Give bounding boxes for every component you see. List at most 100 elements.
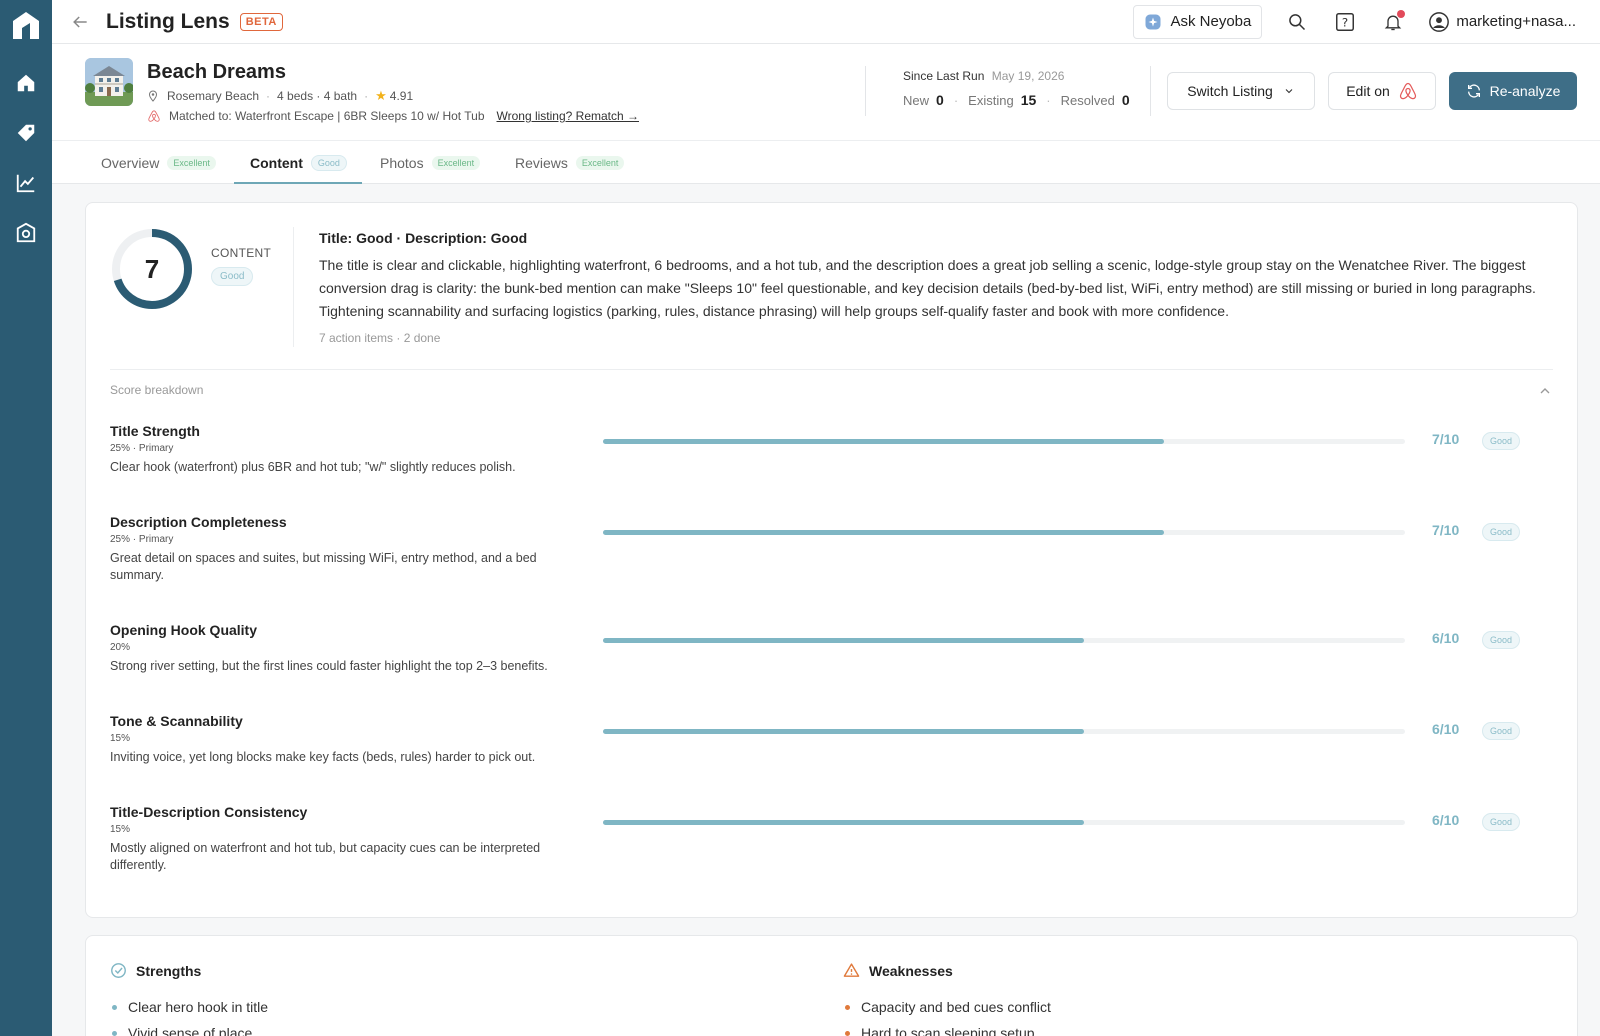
criterion-weight: 25% · Primary [110,443,174,454]
help-icon[interactable]: ? [1332,9,1358,35]
star-icon: ★ [375,88,387,103]
criterion-weight: 20% [110,642,131,653]
header-divider [865,66,866,116]
tab-badge: Excellent [167,156,216,170]
criterion-name: Tone & Scannability [110,713,243,729]
tab-content[interactable]: Content Good [250,141,347,185]
criterion-name: Description Completeness [110,514,287,530]
criterion-bar-fill [603,638,1085,643]
sparkle-icon [1145,14,1161,29]
criterion-name: Title Strength [110,423,200,439]
switch-listing-button[interactable]: Switch Listing [1167,72,1315,110]
page-title: Listing Lens [106,9,230,33]
criterion-description: Inviting voice, yet long blocks make key… [110,750,536,764]
ask-neyoba-label: Ask Neyoba [1170,13,1252,30]
account-menu[interactable]: marketing+nasa... [1428,11,1576,33]
bell-icon[interactable] [1380,9,1406,35]
tab-badge: Good [310,155,347,171]
weakness-text: Hard to scan sleeping setup [861,1025,1035,1036]
strength-item: Vivid sense of place [112,1025,252,1036]
user-icon [1429,11,1450,32]
weakness-text: Capacity and bed cues conflict [861,999,1051,1015]
tag-icon[interactable] [11,118,41,148]
tab-overview[interactable]: Overview Excellent [101,141,216,185]
content-badge: Good [211,267,254,286]
listing-lens-icon[interactable] [11,218,41,248]
tab-photos[interactable]: Photos Excellent [380,141,481,185]
listing-name: Beach Dreams [147,61,286,83]
ask-neyoba-button[interactable]: Ask Neyoba [1133,4,1263,39]
criterion-bar [603,729,1405,734]
criterion-title-strength: Title Strength 25% · Primary Clear hook … [110,423,1553,476]
listing-beds-baths: 4 beds · 4 bath [277,89,358,103]
criterion-description: Clear hook (waterfront) plus 6BR and hot… [110,460,516,474]
criterion-score: 6/10 [1432,630,1460,646]
notification-dot [1397,9,1406,18]
top-bar: Listing Lens BETA Ask Neyoba ? marketing… [52,0,1600,44]
criterion-score: 7/10 [1432,431,1460,447]
summary-text: The title is clear and clickable, highli… [319,257,1536,319]
sidebar [0,0,52,1036]
criterion-description: Mostly aligned on waterfront and hot tub… [110,841,541,872]
bullet [112,1030,117,1036]
criterion-score: 6/10 [1432,721,1460,737]
criterion-bar [603,820,1405,825]
header-divider [1150,66,1151,116]
listing-rating: 4.91 [389,89,414,103]
summary-title: Title: Good · Description: Good [319,230,528,246]
home-icon[interactable] [11,68,41,98]
back-arrow-icon[interactable] [68,10,92,34]
breakdown-divider [110,369,1553,370]
analytics-icon[interactable] [11,168,41,198]
tab-label: Reviews [515,155,568,171]
criterion-bar [603,439,1405,444]
beta-badge: BETA [239,12,283,31]
criterion-bar [603,638,1405,643]
criterion-badge: Good [1482,432,1521,450]
action-items-meta: 7 action items · 2 done [319,331,441,345]
criterion-bar-fill [603,820,1085,825]
new-label: New [903,92,930,108]
existing-label: Existing [968,92,1014,108]
weakness-item: Capacity and bed cues conflict [845,999,1051,1015]
bullet [845,1004,850,1010]
criterion-score: 6/10 [1432,812,1460,828]
re-analyze-button[interactable]: Re-analyze [1449,72,1577,110]
criterion-bar-fill [603,530,1165,535]
criterion-weight: 15% [110,733,131,744]
switch-listing-label: Switch Listing [1187,83,1273,99]
bullet [845,1030,850,1036]
strength-text: Clear hero hook in title [128,999,269,1015]
weaknesses-title: Weaknesses [869,962,953,979]
listing-meta: Rosemary Beach · 4 beds · 4 bath · ★ 4.9… [147,88,413,104]
criterion-title-description-consistency: Title-Description Consistency 15% Mostly… [110,804,1553,874]
criterion-badge: Good [1482,523,1521,541]
chevron-up-icon[interactable] [1537,383,1553,399]
strengths-weaknesses-card: Strengths Clear hero hook in title Vivid… [85,935,1578,1036]
listing-thumbnail [85,58,133,106]
criterion-name: Opening Hook Quality [110,622,258,638]
since-last-run-label: Since Last Run [903,69,985,83]
tab-reviews[interactable]: Reviews Excellent [515,141,625,185]
edit-on-label: Edit on [1346,83,1390,99]
edit-on-airbnb-button[interactable]: Edit on [1328,72,1436,110]
score-breakdown-label: Score breakdown [110,383,204,397]
criterion-bar [603,530,1405,535]
criterion-badge: Good [1482,722,1521,740]
resolved-label: Resolved [1060,92,1115,108]
listing-location: Rosemary Beach [167,89,260,103]
criterion-bar-fill [603,439,1165,444]
search-icon[interactable] [1284,9,1310,35]
resolved-count: 0 [1121,92,1130,108]
criterion-badge: Good [1482,631,1521,649]
criterion-description-completeness: Description Completeness 25% · Primary G… [110,514,1553,584]
weakness-item: Hard to scan sleeping setup [845,1025,1035,1036]
criterion-score: 7/10 [1432,522,1460,538]
active-tab-indicator [234,182,362,184]
rematch-link[interactable]: Wrong listing? Rematch → [497,109,640,123]
tab-label: Photos [380,155,424,171]
listing-match: Matched to: Waterfront Escape | 6BR Slee… [147,109,639,123]
criterion-weight: 15% [110,824,131,835]
app-logo-icon[interactable] [9,8,43,42]
since-last-run: Since Last Run May 19, 2026 New 0 · Exis… [903,69,1130,108]
